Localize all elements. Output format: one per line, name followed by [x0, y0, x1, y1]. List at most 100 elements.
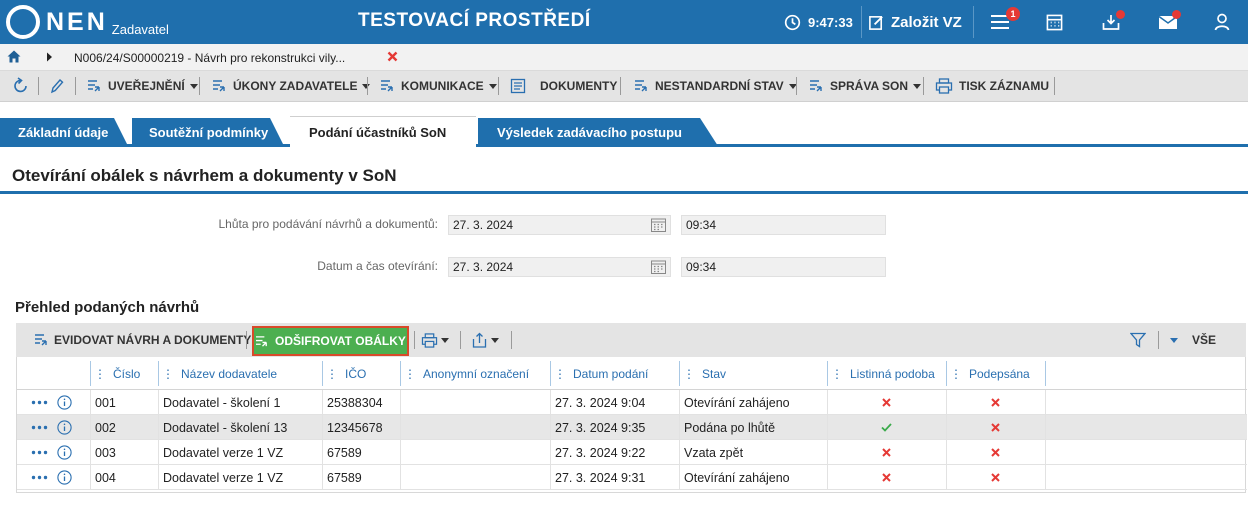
column-header-anonym[interactable]: ⋮ Anonymní označení: [400, 357, 529, 390]
clock-text: 9:47:33: [808, 14, 853, 30]
column-line: [946, 390, 947, 415]
column-line: [1045, 415, 1046, 440]
cell-listinna: [827, 390, 946, 415]
info-icon[interactable]: [57, 395, 72, 410]
tab-podani-ucastniku[interactable]: Podání účastníků SoN: [290, 116, 476, 147]
menu-uverejneni[interactable]: UVEŘEJNĚNÍ: [87, 71, 198, 101]
refresh-button[interactable]: [12, 71, 30, 101]
column-drag-handle[interactable]: ⋮: [831, 367, 843, 381]
cell-listinna: [827, 465, 946, 490]
action-list-icon: [35, 334, 47, 346]
view-filter-dropdown[interactable]: VŠE: [1170, 323, 1216, 357]
more-actions-icon[interactable]: [31, 450, 48, 455]
more-actions-icon[interactable]: [31, 425, 48, 430]
table-header: ⋮ Číslo ⋮ Název dodavatele ⋮ IČO ⋮ Anonymní …: [17, 357, 1247, 390]
calculator-button[interactable]: [1046, 0, 1063, 44]
column-drag-handle[interactable]: ⋮: [404, 367, 416, 381]
more-actions-icon[interactable]: [31, 400, 48, 405]
column-line: [679, 465, 680, 490]
table-row[interactable]: 004 Dodavatel verze 1 VZ 67589 27. 3. 2024 …: [17, 465, 1247, 490]
column-drag-handle[interactable]: ⋮: [94, 367, 106, 381]
column-title: IČO: [345, 366, 367, 381]
separator: [75, 77, 76, 95]
opening-time-field[interactable]: 09:34: [681, 257, 886, 277]
opening-date-field[interactable]: 27. 3. 2024: [448, 257, 671, 277]
grid-title: Přehled podaných návrhů: [15, 299, 200, 316]
mail-button[interactable]: [1158, 0, 1178, 44]
info-icon[interactable]: [57, 445, 72, 460]
dokumenty-button[interactable]: DOKUMENTY: [510, 71, 617, 101]
caret-down-icon: [1170, 337, 1178, 343]
table-row[interactable]: 002 Dodavatel - školení 13 12345678 27. 3. …: [17, 415, 1247, 440]
column-line: [1045, 440, 1046, 465]
cell-ico: 67589: [327, 445, 362, 460]
evidovat-button[interactable]: EVIDOVAT NÁVRH A DOKUMENTY: [34, 323, 251, 357]
tab-vysledek[interactable]: Výsledek zadávacího postupu: [478, 118, 718, 146]
home-button[interactable]: [7, 50, 21, 63]
more-actions-icon[interactable]: [31, 475, 48, 480]
cross-icon: [991, 423, 1000, 432]
document-icon: [510, 78, 526, 94]
filter-button[interactable]: [1130, 323, 1146, 357]
menu-button[interactable]: [990, 0, 1010, 44]
tab-label: Soutěžní podmínky: [149, 124, 269, 140]
create-vz-button[interactable]: Založit VZ: [868, 0, 962, 44]
logo-circle-icon: [6, 5, 40, 39]
column-drag-handle[interactable]: ⋮: [162, 367, 174, 381]
menu-sprava-son[interactable]: SPRÁVA SON: [809, 71, 922, 101]
column-line: [679, 390, 680, 415]
nen-logo[interactable]: NEN Zadavatel: [6, 5, 169, 39]
info-icon[interactable]: [57, 470, 72, 485]
export-dropdown[interactable]: [472, 323, 499, 357]
menu-nestandardni-stav[interactable]: NESTANDARDNÍ STAV: [634, 71, 797, 101]
user-button[interactable]: [1214, 0, 1230, 44]
cell-podepsana: [946, 440, 1045, 465]
edit-square-icon: [869, 15, 883, 30]
cell-datum: 27. 3. 2024 9:22: [555, 445, 646, 460]
table-row[interactable]: 001 Dodavatel - školení 1 25388304 27. 3. 2…: [17, 390, 1247, 415]
column-header-datum[interactable]: ⋮ Datum podání: [550, 357, 648, 390]
breadcrumb-close[interactable]: [387, 51, 398, 62]
cell-datum: 27. 3. 2024 9:04: [555, 395, 646, 410]
column-title: Číslo: [113, 366, 141, 381]
menu-komunikace[interactable]: KOMUNIKACE: [380, 71, 497, 101]
tisk-zaznamu-button[interactable]: TISK ZÁZNAMU: [935, 71, 1049, 101]
column-header-podepsana[interactable]: ⋮ Podepsána: [946, 357, 1030, 390]
cell-stav: Vzata zpět: [684, 445, 744, 460]
column-drag-handle[interactable]: ⋮: [554, 367, 566, 381]
print-dropdown[interactable]: [421, 323, 449, 357]
column-header-listinna[interactable]: ⋮ Listinná podoba: [827, 357, 935, 390]
inbox-button[interactable]: [1102, 0, 1120, 44]
odsifrovat-button[interactable]: ODŠIFROVAT OBÁLKY: [252, 326, 409, 356]
column-line: [1045, 465, 1046, 490]
column-line: [550, 440, 551, 465]
column-header-cislo[interactable]: ⋮ Číslo: [90, 357, 140, 390]
column-header-stav[interactable]: ⋮ Stav: [679, 357, 726, 390]
column-drag-handle[interactable]: ⋮: [683, 367, 695, 381]
column-line: [400, 415, 401, 440]
info-icon[interactable]: [57, 420, 72, 435]
calendar-icon[interactable]: [651, 218, 666, 232]
cell-podepsana: [946, 390, 1045, 415]
separator: [38, 77, 39, 95]
menu-ukony[interactable]: ÚKONY ZADAVATELE: [212, 71, 371, 101]
cell-datum: 27. 3. 2024 9:31: [555, 470, 646, 485]
section-title: Otevírání obálek s návrhem a dokumenty v…: [12, 166, 397, 185]
tab-soutezni-podminky[interactable]: Soutěžní podmínky: [132, 118, 284, 146]
column-header-ico[interactable]: ⋮ IČO: [322, 357, 366, 390]
breadcrumb-text[interactable]: N006/24/S00000219 - Návrh pro rekonstruk…: [74, 51, 345, 65]
edit-button[interactable]: [50, 71, 64, 101]
column-line: [679, 440, 680, 465]
column-header-nazev[interactable]: ⋮ Název dodavatele: [158, 357, 277, 390]
opening-label: Datum a čas otevírání:: [317, 259, 438, 273]
column-drag-handle[interactable]: ⋮: [326, 367, 338, 381]
tab-zakladni-udaje[interactable]: Základní údaje: [0, 118, 128, 146]
calendar-icon[interactable]: [651, 260, 666, 274]
deadline-date-field[interactable]: 27. 3. 2024: [448, 215, 671, 235]
deadline-time-field[interactable]: 09:34: [681, 215, 886, 235]
column-drag-handle[interactable]: ⋮: [950, 367, 962, 381]
section-underline: [0, 191, 1248, 194]
column-line: [322, 415, 323, 440]
table-row[interactable]: 003 Dodavatel verze 1 VZ 67589 27. 3. 2024 …: [17, 440, 1247, 465]
column-line: [158, 465, 159, 490]
